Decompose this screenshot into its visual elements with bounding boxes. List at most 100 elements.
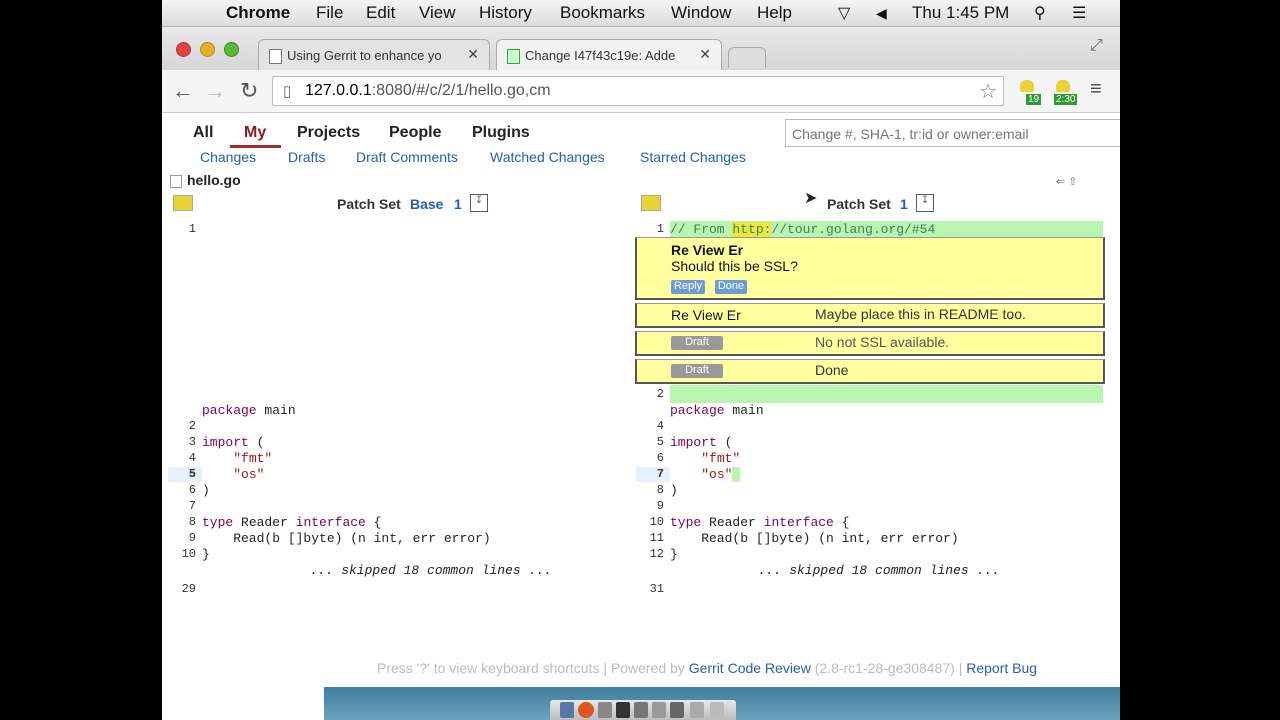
line-number[interactable]: 1 bbox=[176, 222, 196, 236]
tab-using-gerrit[interactable]: Using Gerrit to enhance yo ✕ bbox=[258, 39, 490, 70]
app-icon[interactable] bbox=[670, 702, 684, 718]
file-name: hello.go bbox=[187, 172, 241, 188]
line-number[interactable]: 6 bbox=[644, 451, 664, 465]
minimize-window-button[interactable] bbox=[200, 42, 215, 57]
draft-badge: Draft bbox=[671, 336, 723, 350]
close-window-button[interactable] bbox=[176, 42, 191, 57]
extension-1-icon[interactable]: 19 bbox=[1018, 80, 1042, 105]
line-number[interactable]: 2 bbox=[176, 419, 196, 433]
left-base-link[interactable]: Base bbox=[410, 196, 443, 212]
comment-text: Should this be SSL? bbox=[671, 258, 798, 274]
address-bar[interactable]: ▯ 127.0.0.1:8080/#/c/2/1/hello.go,cm ☆ bbox=[272, 76, 1004, 106]
close-tab-icon[interactable]: ✕ bbox=[699, 46, 711, 63]
spotlight-search-icon[interactable]: ⚲ bbox=[1034, 3, 1046, 23]
mouse-cursor-icon: ➤ bbox=[804, 190, 818, 207]
menu-view[interactable]: View bbox=[419, 3, 456, 23]
search-box[interactable] bbox=[785, 119, 1120, 147]
line-number[interactable]: 5 bbox=[176, 467, 196, 481]
nav-people[interactable]: People bbox=[389, 124, 441, 142]
tab-change[interactable]: Change I47f43c19e: Adde ✕ bbox=[496, 39, 722, 70]
trash-icon[interactable] bbox=[710, 702, 724, 718]
new-tab-button[interactable] bbox=[728, 47, 766, 68]
download-icon[interactable]: ↧ bbox=[916, 194, 934, 212]
line-number[interactable]: 4 bbox=[176, 451, 196, 465]
line-number[interactable]: 10 bbox=[176, 547, 196, 561]
reply-button[interactable]: Reply bbox=[671, 280, 705, 294]
nav-plugins[interactable]: Plugins bbox=[472, 124, 530, 142]
line-number[interactable]: 8 bbox=[644, 483, 664, 497]
line-number[interactable]: 2 bbox=[644, 387, 664, 401]
line-number[interactable]: 8 bbox=[176, 515, 196, 529]
app-icon[interactable] bbox=[598, 702, 612, 718]
line-number[interactable]: 9 bbox=[644, 499, 664, 513]
back-arrow-icon[interactable]: ← bbox=[172, 78, 194, 104]
line-number[interactable]: 29 bbox=[176, 582, 196, 596]
line-number[interactable]: 10 bbox=[644, 515, 664, 529]
menu-history[interactable]: History bbox=[479, 3, 532, 23]
draft-comment-box[interactable]: Draft No not SSL available. bbox=[635, 331, 1105, 356]
comment-author: Re View Er bbox=[671, 242, 744, 258]
menu-app-name[interactable]: Chrome bbox=[226, 3, 290, 23]
nav-projects[interactable]: Projects bbox=[297, 124, 360, 142]
finder-icon[interactable] bbox=[560, 702, 574, 718]
line-number[interactable]: 7 bbox=[176, 499, 196, 513]
extension-2-icon[interactable]: 2:30 bbox=[1052, 80, 1078, 105]
chrome-menu-icon[interactable]: ≡ bbox=[1090, 78, 1102, 101]
gerrit-code-review-link[interactable]: Gerrit Code Review bbox=[689, 660, 811, 676]
notification-list-icon[interactable]: ☰ bbox=[1072, 3, 1086, 23]
url-path: :8080/#/c/2/1/hello.go,cm bbox=[371, 82, 551, 99]
close-tab-icon[interactable]: ✕ bbox=[467, 46, 479, 63]
fullscreen-icon[interactable]: ⤢ bbox=[1090, 37, 1103, 55]
forward-arrow-icon[interactable]: → bbox=[204, 78, 226, 104]
nav-all[interactable]: All bbox=[193, 124, 213, 142]
add-file-comment-icon[interactable] bbox=[641, 195, 661, 211]
file-nav-arrows-icon[interactable]: ⇐ ⇧ bbox=[1056, 175, 1078, 188]
line-number[interactable]: 9 bbox=[176, 531, 196, 545]
volume-icon[interactable]: ◀ bbox=[876, 5, 887, 22]
line-number[interactable]: 31 bbox=[644, 582, 664, 596]
chrome-icon[interactable] bbox=[578, 702, 594, 718]
subnav-changes[interactable]: Changes bbox=[200, 149, 256, 165]
reload-icon[interactable]: ↻ bbox=[240, 78, 258, 104]
line-number[interactable]: 12 bbox=[644, 547, 664, 561]
app-icon[interactable] bbox=[634, 702, 648, 718]
report-bug-link[interactable]: Report Bug bbox=[966, 660, 1037, 676]
line-number[interactable]: 5 bbox=[644, 435, 664, 449]
subnav-drafts[interactable]: Drafts bbox=[288, 149, 325, 165]
terminal-icon[interactable] bbox=[616, 702, 630, 718]
skipped-lines-link[interactable]: ... skipped 18 common lines ... bbox=[758, 563, 1000, 578]
search-input[interactable] bbox=[790, 122, 1114, 146]
menu-edit[interactable]: Edit bbox=[366, 3, 395, 23]
line-number[interactable]: 1 bbox=[644, 222, 664, 236]
line-number[interactable]: 4 bbox=[644, 419, 664, 433]
url-text[interactable]: 127.0.0.1:8080/#/c/2/1/hello.go,cm bbox=[305, 82, 551, 100]
reviewed-checkbox[interactable] bbox=[170, 175, 182, 188]
menu-bookmarks[interactable]: Bookmarks bbox=[560, 3, 645, 23]
nav-my[interactable]: My bbox=[244, 124, 266, 142]
download-icon[interactable]: ↧ bbox=[470, 194, 488, 212]
menu-help[interactable]: Help bbox=[757, 3, 792, 23]
left-patchset-1-link[interactable]: 1 bbox=[454, 196, 462, 212]
menu-window[interactable]: Window bbox=[671, 3, 731, 23]
wifi-icon[interactable]: ▽ bbox=[838, 3, 850, 23]
menubar-clock[interactable]: Thu 1:45 PM bbox=[912, 3, 1009, 23]
page-info-icon[interactable]: ▯ bbox=[283, 82, 291, 100]
bookmark-star-icon[interactable]: ☆ bbox=[979, 79, 997, 104]
line-number[interactable]: 7 bbox=[644, 467, 664, 481]
app-icon[interactable] bbox=[652, 702, 666, 718]
add-file-comment-icon[interactable] bbox=[173, 195, 193, 211]
draft-comment-box[interactable]: Draft Done bbox=[635, 359, 1105, 384]
zoom-window-button[interactable] bbox=[224, 42, 239, 57]
subnav-watched-changes[interactable]: Watched Changes bbox=[490, 149, 605, 165]
line-number[interactable]: 6 bbox=[176, 483, 196, 497]
subnav-draft-comments[interactable]: Draft Comments bbox=[356, 149, 458, 165]
menu-file[interactable]: File bbox=[316, 3, 343, 23]
done-button[interactable]: Done bbox=[715, 280, 747, 294]
line-number[interactable]: 3 bbox=[176, 435, 196, 449]
reply-comment-box[interactable]: Re View Er Maybe place this in README to… bbox=[635, 303, 1105, 328]
subnav-starred-changes[interactable]: Starred Changes bbox=[640, 149, 746, 165]
skipped-lines-link[interactable]: ... skipped 18 common lines ... bbox=[310, 563, 552, 578]
documents-icon[interactable] bbox=[690, 702, 704, 718]
line-number[interactable]: 11 bbox=[644, 531, 664, 545]
right-patchset-1-link[interactable]: 1 bbox=[900, 196, 908, 212]
